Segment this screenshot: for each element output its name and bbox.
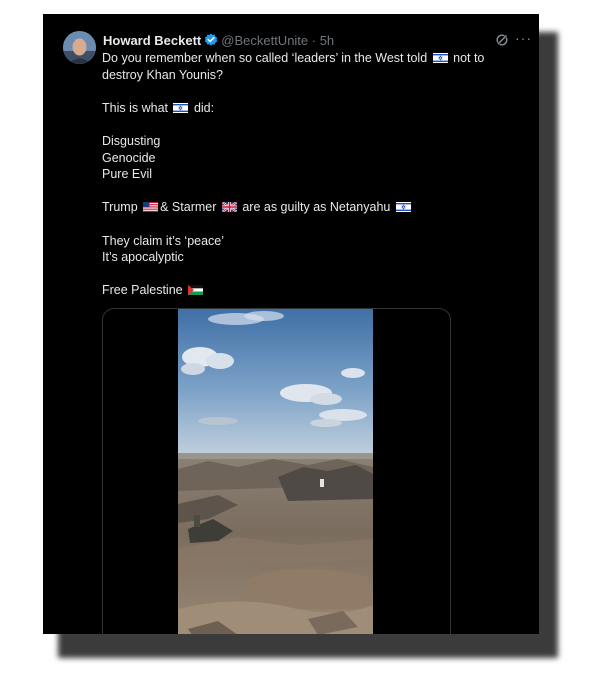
avatar[interactable] [63, 31, 96, 64]
tweet-card[interactable]: Howard Beckett @BeckettUnite · 5h ··· Do… [43, 14, 539, 634]
tweet-text-segment: are as guilty as Netanyahu [238, 200, 394, 215]
tweet-text-segment: Genocide [102, 150, 156, 165]
paragraph-this-is-what: This is what did: [102, 100, 512, 117]
tweet-text-segment: & Starmer [160, 200, 220, 215]
tweet-text-segment: It’s apocalyptic [102, 250, 184, 265]
tweet-text-segment: Do you remember when so called ‘leaders’… [102, 51, 431, 65]
usa-flag-icon [143, 200, 159, 213]
israel-flag-icon [173, 101, 189, 113]
israel-flag-icon [432, 51, 448, 63]
verified-badge-icon [204, 33, 218, 47]
israel-flag-icon [395, 200, 411, 213]
author-name[interactable]: Howard Beckett [103, 33, 201, 48]
handle-timestamp[interactable]: @BeckettUnite · 5h [221, 33, 334, 48]
tweet-text-segment: Disgusting [102, 133, 161, 148]
tweet-text-segment: destroy Khan Younis? [102, 67, 223, 82]
paragraph-disgusting: Disgusting Genocide Pure Evil [102, 133, 512, 183]
tweet-text: Do you remember when so called ‘leaders’… [102, 50, 512, 316]
tweet-text-segment: not to [449, 51, 485, 65]
video-thumbnail[interactable] [178, 309, 373, 634]
tweet-text-segment: did: [190, 100, 215, 115]
tweet-text-segment: Pure Evil [102, 167, 153, 182]
more-options-icon[interactable]: ··· [515, 30, 532, 46]
paragraph-trump-starmer: Trump & Starmer are as guilty as Netanya… [102, 199, 512, 216]
tweet-text-segment: They claim it’s ‘peace’ [102, 233, 225, 248]
grok-icon[interactable] [495, 33, 509, 47]
palestine-flag-icon [188, 283, 204, 296]
tweet-text-segment: Free Palestine [102, 283, 187, 298]
tweet-text-segment: Trump [102, 200, 142, 215]
uk-flag-icon [221, 200, 238, 214]
paragraph-peace: They claim it’s ‘peace’ It’s apocalyptic [102, 233, 512, 266]
paragraph-leaders: Do you remember when so called ‘leaders’… [102, 50, 512, 83]
video-player[interactable] [102, 308, 451, 634]
paragraph-free-palestine: Free Palestine [102, 282, 512, 299]
tweet-text-segment: This is what [102, 100, 172, 115]
tweet-header: Howard Beckett @BeckettUnite · 5h [103, 32, 334, 48]
